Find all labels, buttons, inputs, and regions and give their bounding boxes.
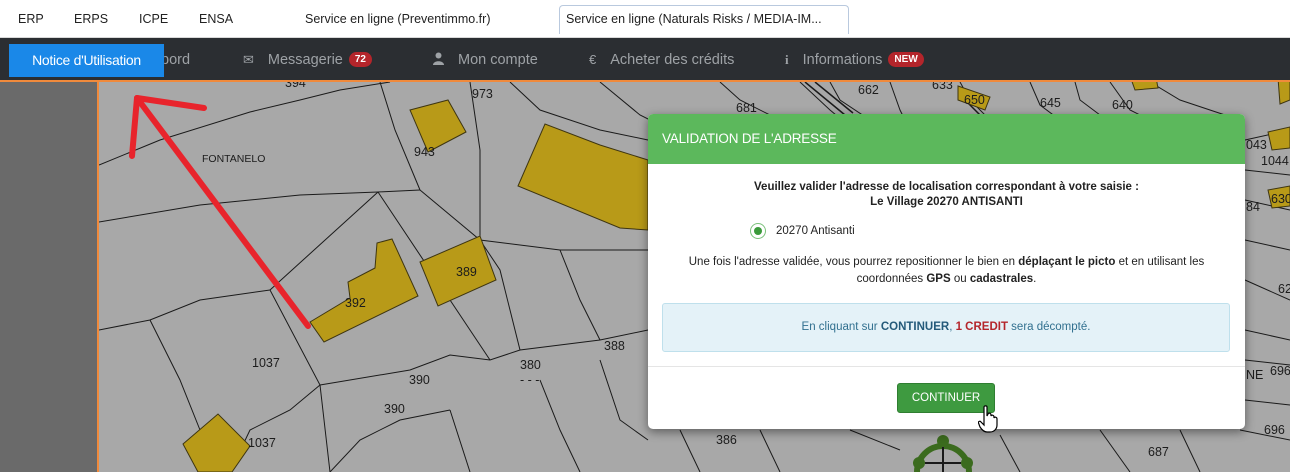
left-sidebar [0,82,99,472]
browser-tab-bar: ERP ERPS ICPE ENSA Service en ligne (Pre… [0,0,1290,38]
parcel-label: 043 [1246,138,1267,152]
note-bold: déplaçant le picto [1018,256,1116,268]
tab-icpe[interactable]: ICPE [139,6,168,32]
info-continue-text: CONTINUER [880,321,950,333]
modal-title: VALIDATION DE L'ADRESSE [648,114,1245,164]
tab-service-preventimmo[interactable]: Service en ligne (Preventimmo.fr) [305,6,490,32]
tab-ensa[interactable]: ENSA [199,6,233,32]
new-badge: NEW [888,52,924,67]
parcel-label: 1037 [252,356,280,370]
nav-informations-label: Informations [802,52,883,68]
nav-informations[interactable]: i Informations NEW [785,38,924,82]
address-validation-modal: VALIDATION DE L'ADRESSE Veuillez valider… [648,114,1245,429]
dash-label: - - - [520,373,539,387]
hand-cursor-icon [978,405,998,433]
parcel-label: 394 [285,82,306,90]
modal-address: Le Village 20270 ANTISANTI [870,196,1023,208]
parcel-label: 943 [414,145,435,159]
parcel-label: NE [1246,368,1263,382]
parcel-label: 633 [932,82,953,92]
nav-messagerie-label: Messagerie [267,52,343,68]
envelope-icon: ✉ [243,52,254,67]
address-option-label[interactable]: 20270 Antisanti [776,225,855,237]
parcel-label: 630 [1271,192,1290,206]
messages-count-badge: 72 [348,52,372,67]
info-text: sera décompté. [1007,321,1091,333]
parcel-label: 392 [345,296,366,310]
nav-messagerie[interactable]: ✉ Messagerie 72 [243,38,372,82]
screen: ERP ERPS ICPE ENSA Service en ligne (Pre… [0,0,1290,472]
parcel-label: 390 [384,402,405,416]
parcel-label: 84 [1246,200,1260,214]
parcel-label: 62 [1278,282,1290,296]
euro-icon: € [589,52,597,67]
parcel-label: 687 [1148,445,1169,459]
parcel-label: 390 [409,373,430,387]
parcel-label: 973 [472,87,493,101]
note-text: . [1033,273,1037,285]
credit-info-alert: En cliquant sur CONTINUER, 1 CREDIT sera… [662,303,1230,352]
parcel-label: 380 [520,358,541,372]
parcel-label: 650 [964,93,985,107]
tab-service-naturals-risks[interactable]: Service en ligne (Naturals Risks / MEDIA… [559,5,849,34]
note-bold: cadastrales [969,273,1034,285]
address-option-radio[interactable] [750,223,766,239]
parcel-label: 640 [1112,98,1133,112]
parcel-label: 389 [456,265,477,279]
parcel-label: 696 [1270,364,1290,378]
top-navbar: bord ✉ Messagerie 72 Mon compte € Acheter d… [0,38,1290,82]
location-pin-icon[interactable] [913,435,973,472]
user-icon [433,38,444,82]
parcel-label: 1037 [248,436,276,450]
nav-acheter-credits[interactable]: € Acheter des crédits [589,38,734,82]
note-text: et en utilisant les [1115,256,1205,268]
parcel-label: 1044 [1261,154,1289,168]
nav-acheter-credits-label: Acheter des crédits [610,52,735,68]
modal-note-line1: Une fois l'adresse validée, vous pourrez… [648,256,1245,268]
nav-dashboard[interactable]: bord [161,38,190,82]
modal-prompt: Veuillez valider l'adresse de localisati… [754,181,1139,193]
parcel-label: 386 [716,433,737,447]
info-text: En cliquant sur [801,321,881,333]
tab-erp[interactable]: ERP [18,6,44,32]
note-bold: GPS [926,273,951,285]
nav-mon-compte[interactable]: Mon compte [433,38,538,82]
parcel-label: 388 [604,339,625,353]
info-credit-text: 1 CREDIT [955,321,1008,333]
parcel-label: 681 [736,101,757,115]
note-text: coordonnées [856,273,927,285]
parcel-label: 645 [1040,96,1061,110]
note-text: Une fois l'adresse validée, vous pourrez… [688,256,1019,268]
parcel-label: 662 [858,83,879,97]
tab-erps[interactable]: ERPS [74,6,108,32]
modal-note-line2: coordonnées GPS ou cadastrales. [648,273,1245,285]
info-icon: i [785,52,789,67]
notice-utilisation-button[interactable]: Notice d'Utilisation [9,44,164,77]
parcel-label: 696 [1264,423,1285,437]
place-name-label: FONTANELO [202,153,265,165]
nav-mon-compte-label: Mon compte [458,52,538,68]
note-text: ou [950,273,970,285]
